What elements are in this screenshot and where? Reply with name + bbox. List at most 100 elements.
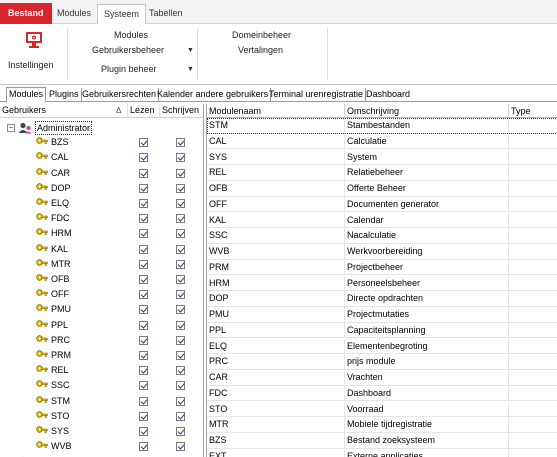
schrijven-checkbox[interactable] — [176, 199, 185, 208]
table-row[interactable]: EXT Externe applicaties — [207, 448, 557, 457]
tree-row-module[interactable]: PRC — [0, 333, 203, 348]
lezen-checkbox[interactable] — [139, 229, 148, 239]
lezen-checkbox[interactable] — [139, 275, 148, 284]
tree-row-module[interactable]: HRM — [0, 226, 203, 241]
table-row[interactable]: OFF Documenten generator — [207, 196, 557, 213]
table-row[interactable]: PMU Projectmutaties — [207, 307, 557, 323]
tab-bestand[interactable]: Bestand — [0, 3, 52, 24]
table-row[interactable]: PRC prijs module — [207, 354, 557, 370]
schrijven-checkbox[interactable] — [176, 168, 185, 178]
table-row[interactable]: CAR Vrachten — [207, 370, 557, 386]
tree-row-user[interactable]: − Administrator — [0, 120, 203, 135]
lezen-checkbox[interactable] — [139, 244, 148, 254]
tree-row-module[interactable]: KAL — [0, 242, 203, 257]
modules-button[interactable]: Modules — [114, 30, 148, 40]
table-row[interactable]: SSC Nacalculatie — [207, 228, 557, 244]
schrijven-checkbox[interactable] — [176, 229, 185, 239]
tree-row-module[interactable]: REL — [0, 363, 203, 378]
lezen-checkbox[interactable] — [139, 168, 148, 178]
schrijven-checkbox[interactable] — [176, 183, 185, 193]
table-row[interactable]: SYS System — [207, 149, 557, 165]
schrijven-checkbox[interactable] — [176, 153, 185, 163]
lezen-checkbox[interactable] — [139, 335, 148, 345]
tree-row-module[interactable]: WVB — [0, 439, 203, 454]
schrijven-checkbox[interactable] — [176, 396, 185, 406]
instellingen-button[interactable]: Instellingen — [4, 28, 64, 78]
schrijven-checkbox[interactable] — [176, 411, 185, 421]
subtab-gebruikersrechten[interactable]: Gebruikersrechten — [80, 88, 160, 102]
table-row[interactable]: DOP Directe opdrachten — [207, 291, 557, 307]
lezen-checkbox[interactable] — [139, 411, 148, 421]
lezen-checkbox[interactable] — [139, 305, 148, 315]
schrijven-checkbox[interactable] — [176, 305, 185, 315]
table-row[interactable]: PRM Projectbeheer — [207, 259, 557, 276]
table-row[interactable]: CAL Calculatie — [207, 133, 557, 150]
schrijven-checkbox[interactable] — [176, 259, 185, 269]
schrijven-checkbox[interactable] — [176, 290, 185, 300]
tree-row-module[interactable]: ELQ — [0, 196, 203, 211]
tree-row-module[interactable]: PRM — [0, 348, 203, 363]
schrijven-checkbox[interactable] — [176, 366, 185, 376]
subtab-plugins[interactable]: Plugins — [47, 88, 82, 102]
tree-row-module[interactable]: STM — [0, 394, 203, 409]
schrijven-checkbox[interactable] — [176, 335, 185, 345]
table-row[interactable]: KAL Calendar — [207, 212, 557, 228]
tab-systeem[interactable]: Systeem — [97, 4, 147, 25]
lezen-checkbox[interactable] — [139, 259, 148, 269]
lezen-checkbox[interactable] — [139, 183, 148, 193]
tree-row-module[interactable]: SYS — [0, 424, 203, 439]
subtab-modules[interactable]: Modules — [6, 87, 47, 103]
tree-row-module[interactable]: MTR — [0, 257, 203, 272]
tree-row-module[interactable]: PMU — [0, 302, 203, 317]
schrijven-checkbox[interactable] — [176, 442, 185, 452]
subtab-terminal-urenregistratie[interactable]: Terminal urenregistratie — [267, 88, 367, 102]
tree-row-module[interactable]: BZS — [0, 135, 203, 150]
column-header-lezen[interactable]: Lezen — [128, 104, 160, 118]
tree-row-module[interactable]: OFB — [0, 272, 203, 287]
table-row[interactable]: STO Voorraad — [207, 401, 557, 417]
table-row[interactable]: WVB Werkvoorbereiding — [207, 244, 557, 260]
schrijven-checkbox[interactable] — [176, 320, 185, 330]
lezen-checkbox[interactable] — [139, 214, 148, 224]
column-header-schrijven[interactable]: Schrijven — [160, 104, 203, 118]
lezen-checkbox[interactable] — [139, 290, 148, 300]
domeinbeheer-button[interactable]: Domeinbeheer — [232, 30, 291, 40]
lezen-checkbox[interactable] — [139, 442, 148, 452]
table-row[interactable]: STM Stambestanden — [207, 118, 557, 134]
table-row[interactable]: PPL Capaciteitsplanning — [207, 322, 557, 339]
tree-row-module[interactable]: SSC — [0, 378, 203, 393]
column-header-modulenaam[interactable]: Modulenaam — [207, 104, 345, 118]
lezen-checkbox[interactable] — [139, 381, 148, 391]
lezen-checkbox[interactable] — [139, 320, 148, 330]
tree-row-module[interactable]: FDC — [0, 211, 203, 226]
column-header-omschrijving[interactable]: Omschrijving — [345, 104, 509, 118]
tree-row-module[interactable]: PPL — [0, 318, 203, 333]
schrijven-checkbox[interactable] — [176, 138, 185, 148]
subtab-dashboard[interactable]: Dashboard — [364, 88, 412, 102]
schrijven-checkbox[interactable] — [176, 214, 185, 224]
table-row[interactable]: ELQ Elementenbegroting — [207, 338, 557, 354]
tab-modules[interactable]: Modules — [51, 4, 97, 24]
schrijven-checkbox[interactable] — [176, 351, 185, 360]
schrijven-checkbox[interactable] — [176, 275, 185, 284]
lezen-checkbox[interactable] — [139, 351, 148, 360]
schrijven-checkbox[interactable] — [176, 381, 185, 391]
table-row[interactable]: HRM Personeelsbeheer — [207, 275, 557, 291]
lezen-checkbox[interactable] — [139, 199, 148, 208]
lezen-checkbox[interactable] — [139, 138, 148, 148]
lezen-checkbox[interactable] — [139, 366, 148, 376]
tree-row-module[interactable]: OFF — [0, 287, 203, 302]
plugin-beheer-button[interactable]: Plugin beheer — [101, 64, 157, 74]
table-row[interactable]: REL Relatiebeheer — [207, 165, 557, 181]
column-header-type[interactable]: Type — [509, 104, 557, 118]
vertalingen-button[interactable]: Vertalingen — [238, 45, 283, 55]
gebruikersbeheer-button[interactable]: Gebruikersbeheer — [92, 45, 164, 55]
schrijven-checkbox[interactable] — [176, 244, 185, 254]
schrijven-checkbox[interactable] — [176, 427, 185, 436]
tree-row-module[interactable]: STO — [0, 409, 203, 424]
table-row[interactable]: OFB Offerte Beheer — [207, 181, 557, 197]
table-row[interactable]: BZS Bestand zoeksysteem — [207, 433, 557, 449]
subtab-kalender-andere-gebruikers[interactable]: Kalender andere gebruikers — [155, 88, 272, 102]
lezen-checkbox[interactable] — [139, 396, 148, 406]
expand-collapse-icon[interactable]: − — [7, 124, 15, 132]
